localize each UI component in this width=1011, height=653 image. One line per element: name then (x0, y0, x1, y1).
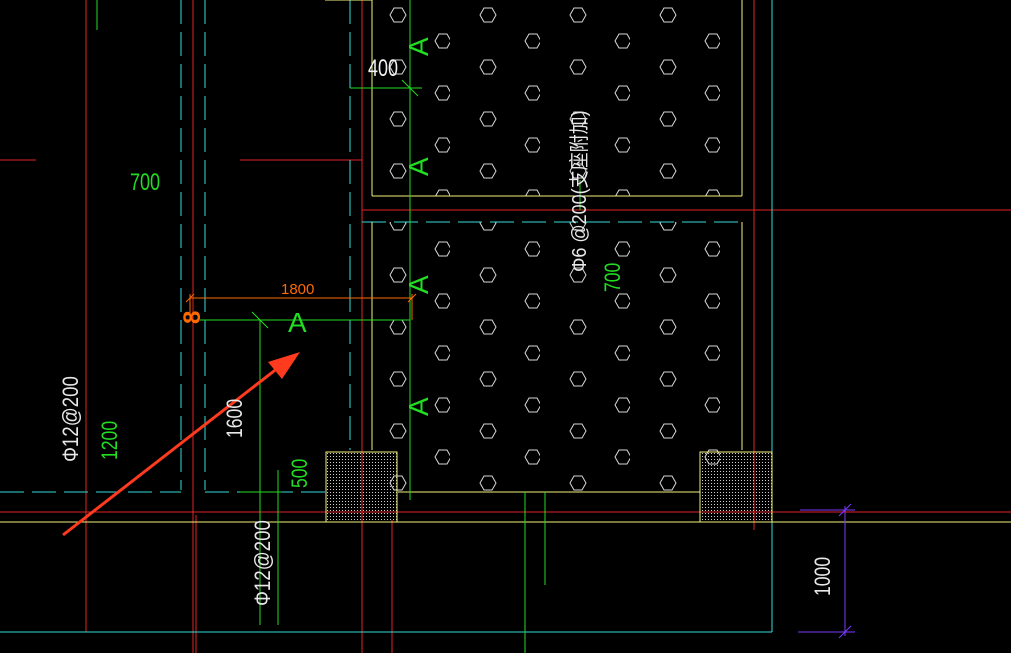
hex-hatch-region (372, 0, 742, 492)
label-dim-700-left: 700 (130, 170, 160, 196)
label-dim-1800: 1800 (281, 281, 314, 298)
label-rebar-bottom: Φ12@200 (252, 520, 276, 606)
label-section-a-1: A (403, 37, 434, 56)
label-rebar-hatch: Φ6 @200(支座附加) (568, 110, 591, 272)
column-left (325, 451, 398, 523)
label-section-a-4: A (403, 397, 434, 416)
column-right (699, 451, 773, 523)
label-rebar-left: Φ12@200 (60, 376, 84, 462)
label-dim-1000: 1000 (811, 557, 835, 596)
label-section-a-3: A (403, 275, 434, 294)
orange-mark-8: 8 (179, 311, 206, 324)
label-dim-700-right: 700 (601, 263, 625, 292)
label-dim-400: 400 (368, 56, 398, 82)
label-dim-1200: 1200 (98, 421, 122, 460)
label-dim-1600: 1600 (223, 399, 247, 438)
cad-drawing-canvas[interactable]: 400 700 500 1200 700 A A A A A Φ12@200 Φ… (0, 0, 1011, 653)
label-dim-500: 500 (288, 459, 312, 488)
label-section-a-5: A (288, 307, 307, 338)
label-section-a-2: A (403, 157, 434, 176)
